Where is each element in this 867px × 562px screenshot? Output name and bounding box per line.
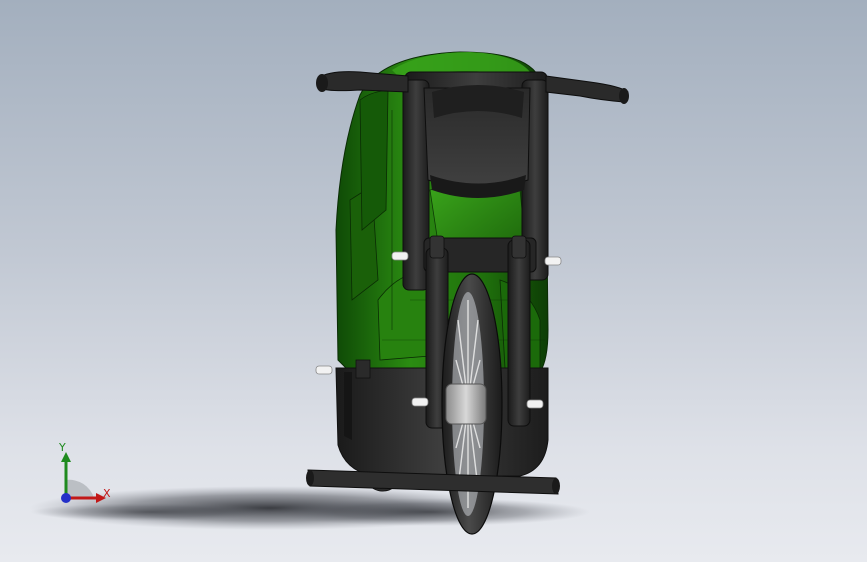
seat-backrest bbox=[423, 85, 531, 198]
model-render[interactable] bbox=[0, 0, 867, 562]
front-wheel bbox=[441, 273, 503, 535]
z-axis-dot bbox=[61, 493, 71, 503]
x-axis-label: X bbox=[103, 487, 111, 500]
graphics-viewport[interactable]: Y X bbox=[0, 0, 867, 562]
y-axis-label: Y bbox=[59, 441, 66, 454]
coordinate-triad: Y X bbox=[50, 440, 120, 510]
